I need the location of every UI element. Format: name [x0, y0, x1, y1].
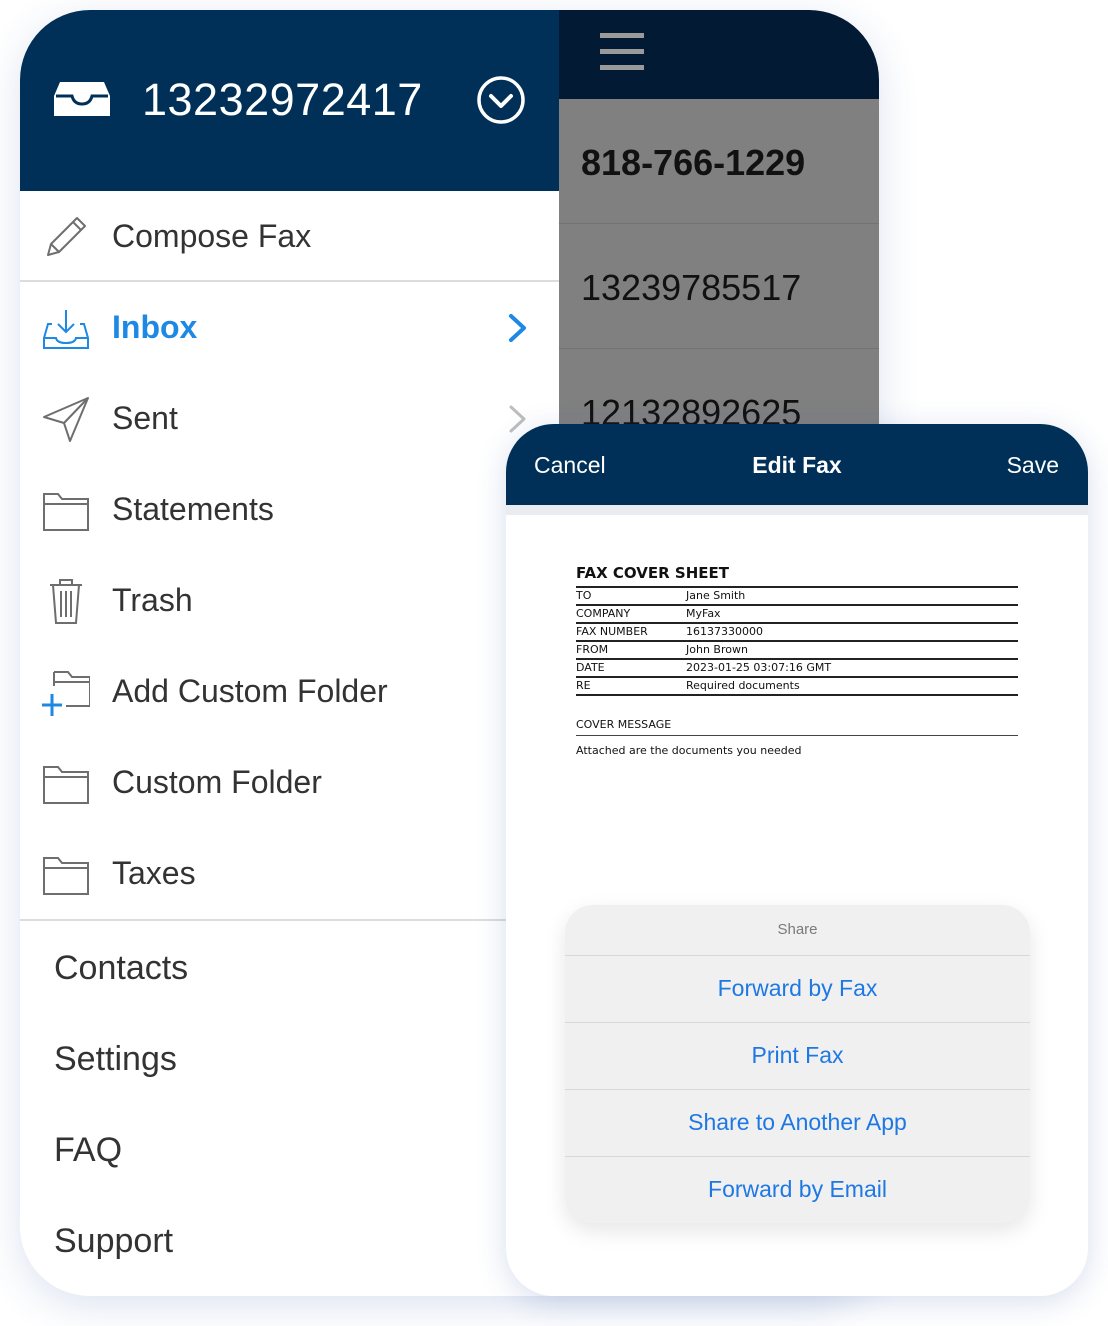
- menu-item-settings[interactable]: Settings: [54, 1037, 177, 1081]
- cover-sheet-row: COMPANY MyFax: [576, 606, 1018, 624]
- print-fax-button[interactable]: Print Fax: [565, 1022, 1030, 1090]
- forward-by-fax-button[interactable]: Forward by Fax: [565, 955, 1030, 1023]
- account-header: 13232972417: [20, 10, 559, 191]
- field-key: FROM: [576, 643, 609, 656]
- menu-item-label: Compose Fax: [112, 218, 312, 254]
- folder-icon: [43, 857, 89, 895]
- field-key: TO: [576, 589, 592, 602]
- inbox-download-icon: [43, 310, 89, 349]
- folder-icon: [43, 493, 89, 531]
- menu-item-label: Trash: [112, 582, 193, 618]
- cover-sheet-title: FAX COVER SHEET: [576, 564, 729, 582]
- save-button[interactable]: Save: [1007, 452, 1059, 479]
- menu-item-label: Custom Folder: [112, 764, 322, 800]
- cover-sheet-row: FAX NUMBER 16137330000: [576, 624, 1018, 642]
- menu-item-label: Inbox: [112, 309, 198, 345]
- trash-icon: [50, 579, 82, 624]
- pencil-icon: [47, 217, 86, 256]
- menu-item-support[interactable]: Support: [54, 1219, 173, 1263]
- field-key: RE: [576, 679, 591, 692]
- field-value: Jane Smith: [686, 589, 746, 602]
- field-key: DATE: [576, 661, 605, 674]
- edit-fax-nav-bar: Edit Fax Cancel Save: [506, 424, 1088, 505]
- menu-item-sent[interactable]: Sent: [20, 373, 559, 464]
- forward-by-email-button[interactable]: Forward by Email: [565, 1156, 1030, 1223]
- chevron-right-icon: [509, 314, 526, 342]
- field-value: Required documents: [686, 679, 800, 692]
- field-key: FAX NUMBER: [576, 625, 648, 638]
- field-value: MyFax: [686, 607, 721, 620]
- menu-item-trash[interactable]: Trash: [20, 555, 559, 646]
- menu-item-custom-folder[interactable]: Custom Folder: [20, 737, 559, 828]
- nav-bar-shadow: [506, 505, 1088, 515]
- fax-list-number: 13239785517: [581, 267, 802, 308]
- field-value: 2023-01-25 03:07:16 GMT: [686, 661, 832, 674]
- menu-item-inbox[interactable]: Inbox: [20, 282, 559, 373]
- edit-fax-screen: Edit Fax Cancel Save FAX COVER SHEET TO …: [506, 424, 1088, 1296]
- account-dropdown-chevron-icon[interactable]: [476, 75, 526, 125]
- field-value: John Brown: [686, 643, 748, 656]
- menu-item-label: Taxes: [112, 855, 196, 891]
- share-action-sheet: Share Forward by Fax Print Fax Share to …: [565, 905, 1030, 1223]
- menu-item-label: Sent: [112, 400, 178, 436]
- side-menu: Compose Fax Inbox Sent Statements Trash …: [20, 191, 559, 1296]
- cover-sheet-row: RE Required documents: [576, 678, 1018, 696]
- fax-list-row[interactable]: 13239785517: [559, 224, 879, 349]
- menu-item-compose-fax[interactable]: Compose Fax: [20, 191, 559, 282]
- fax-list-row[interactable]: 818-766-1229: [559, 99, 879, 224]
- menu-divider: [20, 919, 559, 921]
- menu-item-label: Add Custom Folder: [112, 673, 388, 709]
- folder-icon: [43, 766, 89, 804]
- menu-item-contacts[interactable]: Contacts: [54, 946, 188, 990]
- cover-sheet-row: TO Jane Smith: [576, 588, 1018, 606]
- cover-sheet-row: DATE 2023-01-25 03:07:16 GMT: [576, 660, 1018, 678]
- fax-cover-sheet: FAX COVER SHEET TO Jane Smith COMPANY My…: [576, 564, 1018, 757]
- share-sheet-title: Share: [565, 905, 1030, 956]
- menu-item-statements[interactable]: Statements: [20, 464, 559, 555]
- cancel-button[interactable]: Cancel: [534, 452, 606, 479]
- field-value: 16137330000: [686, 625, 763, 638]
- cover-message-text: Attached are the documents you needed: [576, 744, 802, 757]
- menu-item-faq[interactable]: FAQ: [54, 1128, 122, 1172]
- menu-item-label: Statements: [112, 491, 274, 527]
- fax-list-number: 818-766-1229: [581, 142, 806, 183]
- account-number: 13232972417: [142, 74, 423, 125]
- menu-item-add-custom-folder[interactable]: Add Custom Folder: [20, 646, 559, 737]
- hamburger-menu-icon[interactable]: [600, 33, 644, 71]
- cover-message-label: COVER MESSAGE: [576, 718, 1018, 736]
- field-key: COMPANY: [576, 607, 631, 620]
- add-folder-icon: [42, 671, 90, 716]
- menu-item-taxes[interactable]: Taxes: [20, 828, 559, 919]
- list-nav-bar: [559, 10, 879, 99]
- paper-plane-icon: [43, 397, 89, 442]
- cover-sheet-table: TO Jane Smith COMPANY MyFax FAX NUMBER 1…: [576, 586, 1018, 696]
- inbox-tray-icon: [54, 82, 110, 116]
- cover-sheet-row: FROM John Brown: [576, 642, 1018, 660]
- share-to-another-app-button[interactable]: Share to Another App: [565, 1089, 1030, 1157]
